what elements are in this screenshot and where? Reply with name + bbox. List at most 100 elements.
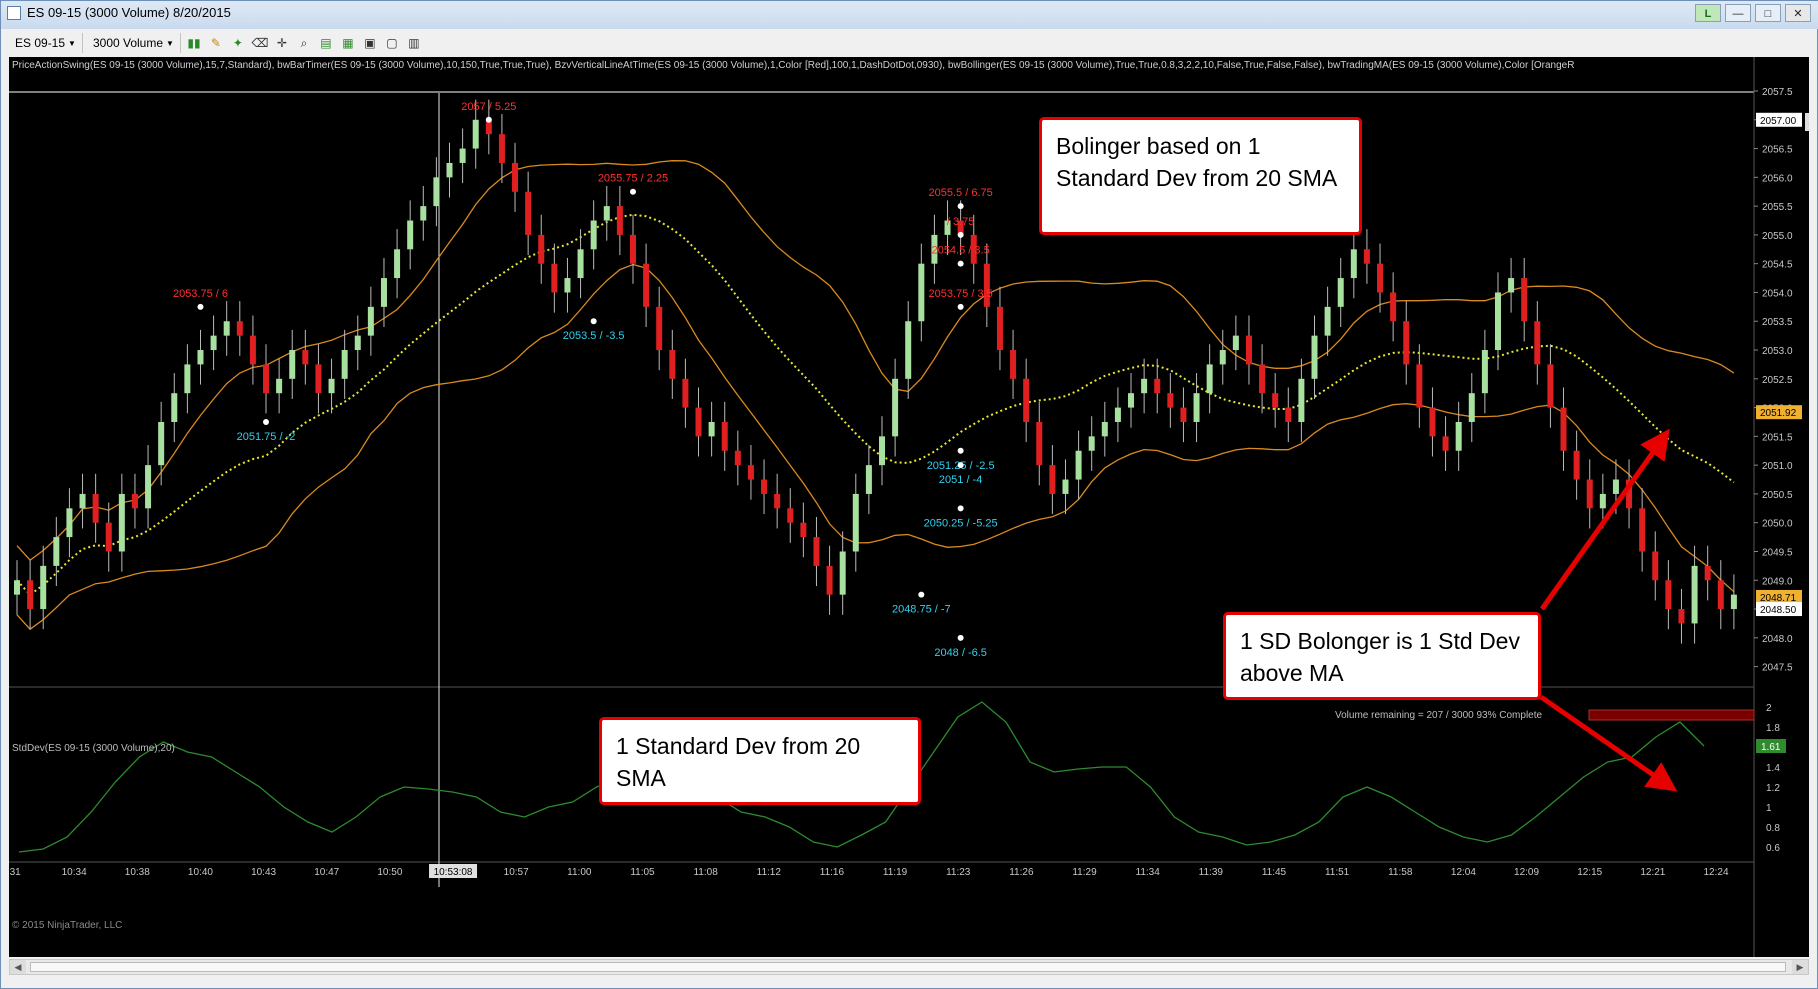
down-candle <box>249 335 256 365</box>
up-candle <box>1141 378 1148 394</box>
down-candle <box>1167 393 1174 408</box>
down-candle <box>131 493 138 509</box>
data-box-icon[interactable]: ▢ <box>383 34 401 52</box>
scroll-left-icon[interactable]: ◀ <box>10 960 26 974</box>
time-tick-label: 12:21 <box>1640 867 1665 878</box>
swing-point-marker <box>957 447 964 454</box>
down-candle <box>512 162 519 192</box>
price-tick-label: 2051.5 <box>1762 432 1793 443</box>
price-tick-label: 2056.5 <box>1762 145 1793 156</box>
up-candle <box>1337 278 1344 307</box>
swing-label: 2055.75 / 2.25 <box>598 173 668 185</box>
title-bar[interactable]: ES 09-15 (3000 Volume) 8/20/2015 L — □ ✕ <box>1 1 1818 29</box>
eraser-icon[interactable]: ⌫ <box>251 34 269 52</box>
up-candle <box>852 493 859 552</box>
down-candle <box>315 364 322 394</box>
instrument-selector[interactable]: ES 09-15 ▼ <box>9 33 83 53</box>
down-candle <box>1573 450 1580 480</box>
down-candle <box>826 565 833 595</box>
minimize-button[interactable]: — <box>1725 4 1751 22</box>
up-candle <box>1075 450 1082 480</box>
price-tick-label: 2054.0 <box>1762 288 1793 299</box>
down-candle <box>1560 407 1567 451</box>
price-chart-svg[interactable]: 2057.5 2057.00 2056.5 2056.0 2055.5 2055.0 205… <box>9 57 1809 957</box>
swing-point-marker <box>957 634 964 641</box>
up-candle <box>1114 407 1121 422</box>
time-tick-label: 11:45 <box>1262 867 1287 878</box>
price-scale-scroll-up[interactable]: ▲ <box>1805 113 1809 131</box>
swing-label: 2054.5 / 3.5 <box>932 245 990 257</box>
window-title: ES 09-15 (3000 Volume) 8/20/2015 <box>27 5 231 20</box>
price-tick-label: 2054.5 <box>1762 260 1793 271</box>
down-candle <box>1363 249 1370 264</box>
scrollbar-thumb[interactable] <box>30 962 1786 972</box>
volume-progress-bar <box>1588 709 1755 721</box>
zoom-icon[interactable]: ⌕ <box>295 34 313 52</box>
down-candle <box>813 537 820 566</box>
drawing-tools-icon[interactable]: ✦ <box>229 34 247 52</box>
swing-point-marker <box>957 260 964 267</box>
bar-style-icon[interactable]: ▮▮ <box>185 34 203 52</box>
maximize-button[interactable]: □ <box>1755 4 1781 22</box>
down-candle <box>263 364 270 394</box>
time-tick-label: 11:12 <box>757 867 782 878</box>
up-candle <box>328 378 335 394</box>
crosshair-icon[interactable]: ✛ <box>273 34 291 52</box>
bollinger-upper-band <box>16 160 1735 561</box>
price-badge-label: 2048.50 <box>1760 605 1797 616</box>
up-candle <box>1128 393 1135 408</box>
close-button[interactable]: ✕ <box>1785 4 1811 22</box>
swing-label: 2053.5 / -3.5 <box>563 330 625 342</box>
price-tick-label: 2053.5 <box>1762 317 1793 328</box>
chart-properties-icon[interactable]: ▣ <box>361 34 379 52</box>
up-candle <box>145 465 152 509</box>
price-tick-label: 2048.0 <box>1762 634 1793 645</box>
up-candle <box>577 249 584 279</box>
up-candle <box>1691 565 1698 624</box>
link-button[interactable]: L <box>1695 4 1721 22</box>
indicators-icon[interactable]: ▦ <box>339 34 357 52</box>
strategies-icon[interactable]: ▤ <box>317 34 335 52</box>
down-candle <box>616 206 623 235</box>
interval-label: 3000 Volume <box>92 36 164 50</box>
up-candle <box>1193 393 1200 422</box>
down-candle <box>302 350 309 365</box>
chevron-down-icon: ▼ <box>68 38 76 48</box>
up-candle <box>276 378 283 394</box>
instrument-label: ES 09-15 <box>15 36 66 50</box>
time-tick-label: 10:34 <box>62 867 87 878</box>
down-candle <box>1678 609 1685 624</box>
drawing-pencil-icon[interactable]: ✎ <box>207 34 225 52</box>
up-candle <box>708 421 715 437</box>
scroll-right-icon[interactable]: ▶ <box>1792 960 1808 974</box>
down-candle <box>1704 565 1711 581</box>
down-candle <box>1429 407 1436 437</box>
volume-remaining-text: Volume remaining = 207 / 3000 93% Comple… <box>1335 710 1543 721</box>
window-controls: L — □ ✕ <box>1695 4 1811 22</box>
up-candle <box>590 220 597 250</box>
template-icon[interactable]: ▥ <box>405 34 423 52</box>
stddev-tick-label: 1.4 <box>1766 763 1780 774</box>
down-candle <box>1416 364 1423 408</box>
up-candle <box>1730 594 1737 610</box>
time-tick-label: 0:31 <box>9 867 21 878</box>
up-candle <box>1494 292 1501 351</box>
time-tick-label: 12:15 <box>1577 867 1602 878</box>
up-candle <box>118 493 125 552</box>
stddev-tick-label: 0.6 <box>1766 843 1780 854</box>
horizontal-scrollbar[interactable]: ◀ ▶ <box>9 959 1809 975</box>
down-candle <box>761 479 768 494</box>
time-tick-label: 11:19 <box>883 867 908 878</box>
up-candle <box>171 393 178 422</box>
interval-selector[interactable]: 3000 Volume ▼ <box>87 33 181 53</box>
time-tick-label: 11:23 <box>946 867 971 878</box>
chart-panel[interactable]: 2057.5 2057.00 2056.5 2056.0 2055.5 2055.0 205… <box>9 57 1809 957</box>
time-tick-label: 11:29 <box>1072 867 1097 878</box>
up-candle <box>603 206 610 221</box>
up-candle <box>394 249 401 279</box>
up-candle <box>1219 350 1226 365</box>
up-candle <box>40 565 47 610</box>
down-candle <box>787 508 794 523</box>
swing-point-marker <box>957 203 964 210</box>
swing-label: 2055.5 / 6.75 <box>929 187 993 199</box>
